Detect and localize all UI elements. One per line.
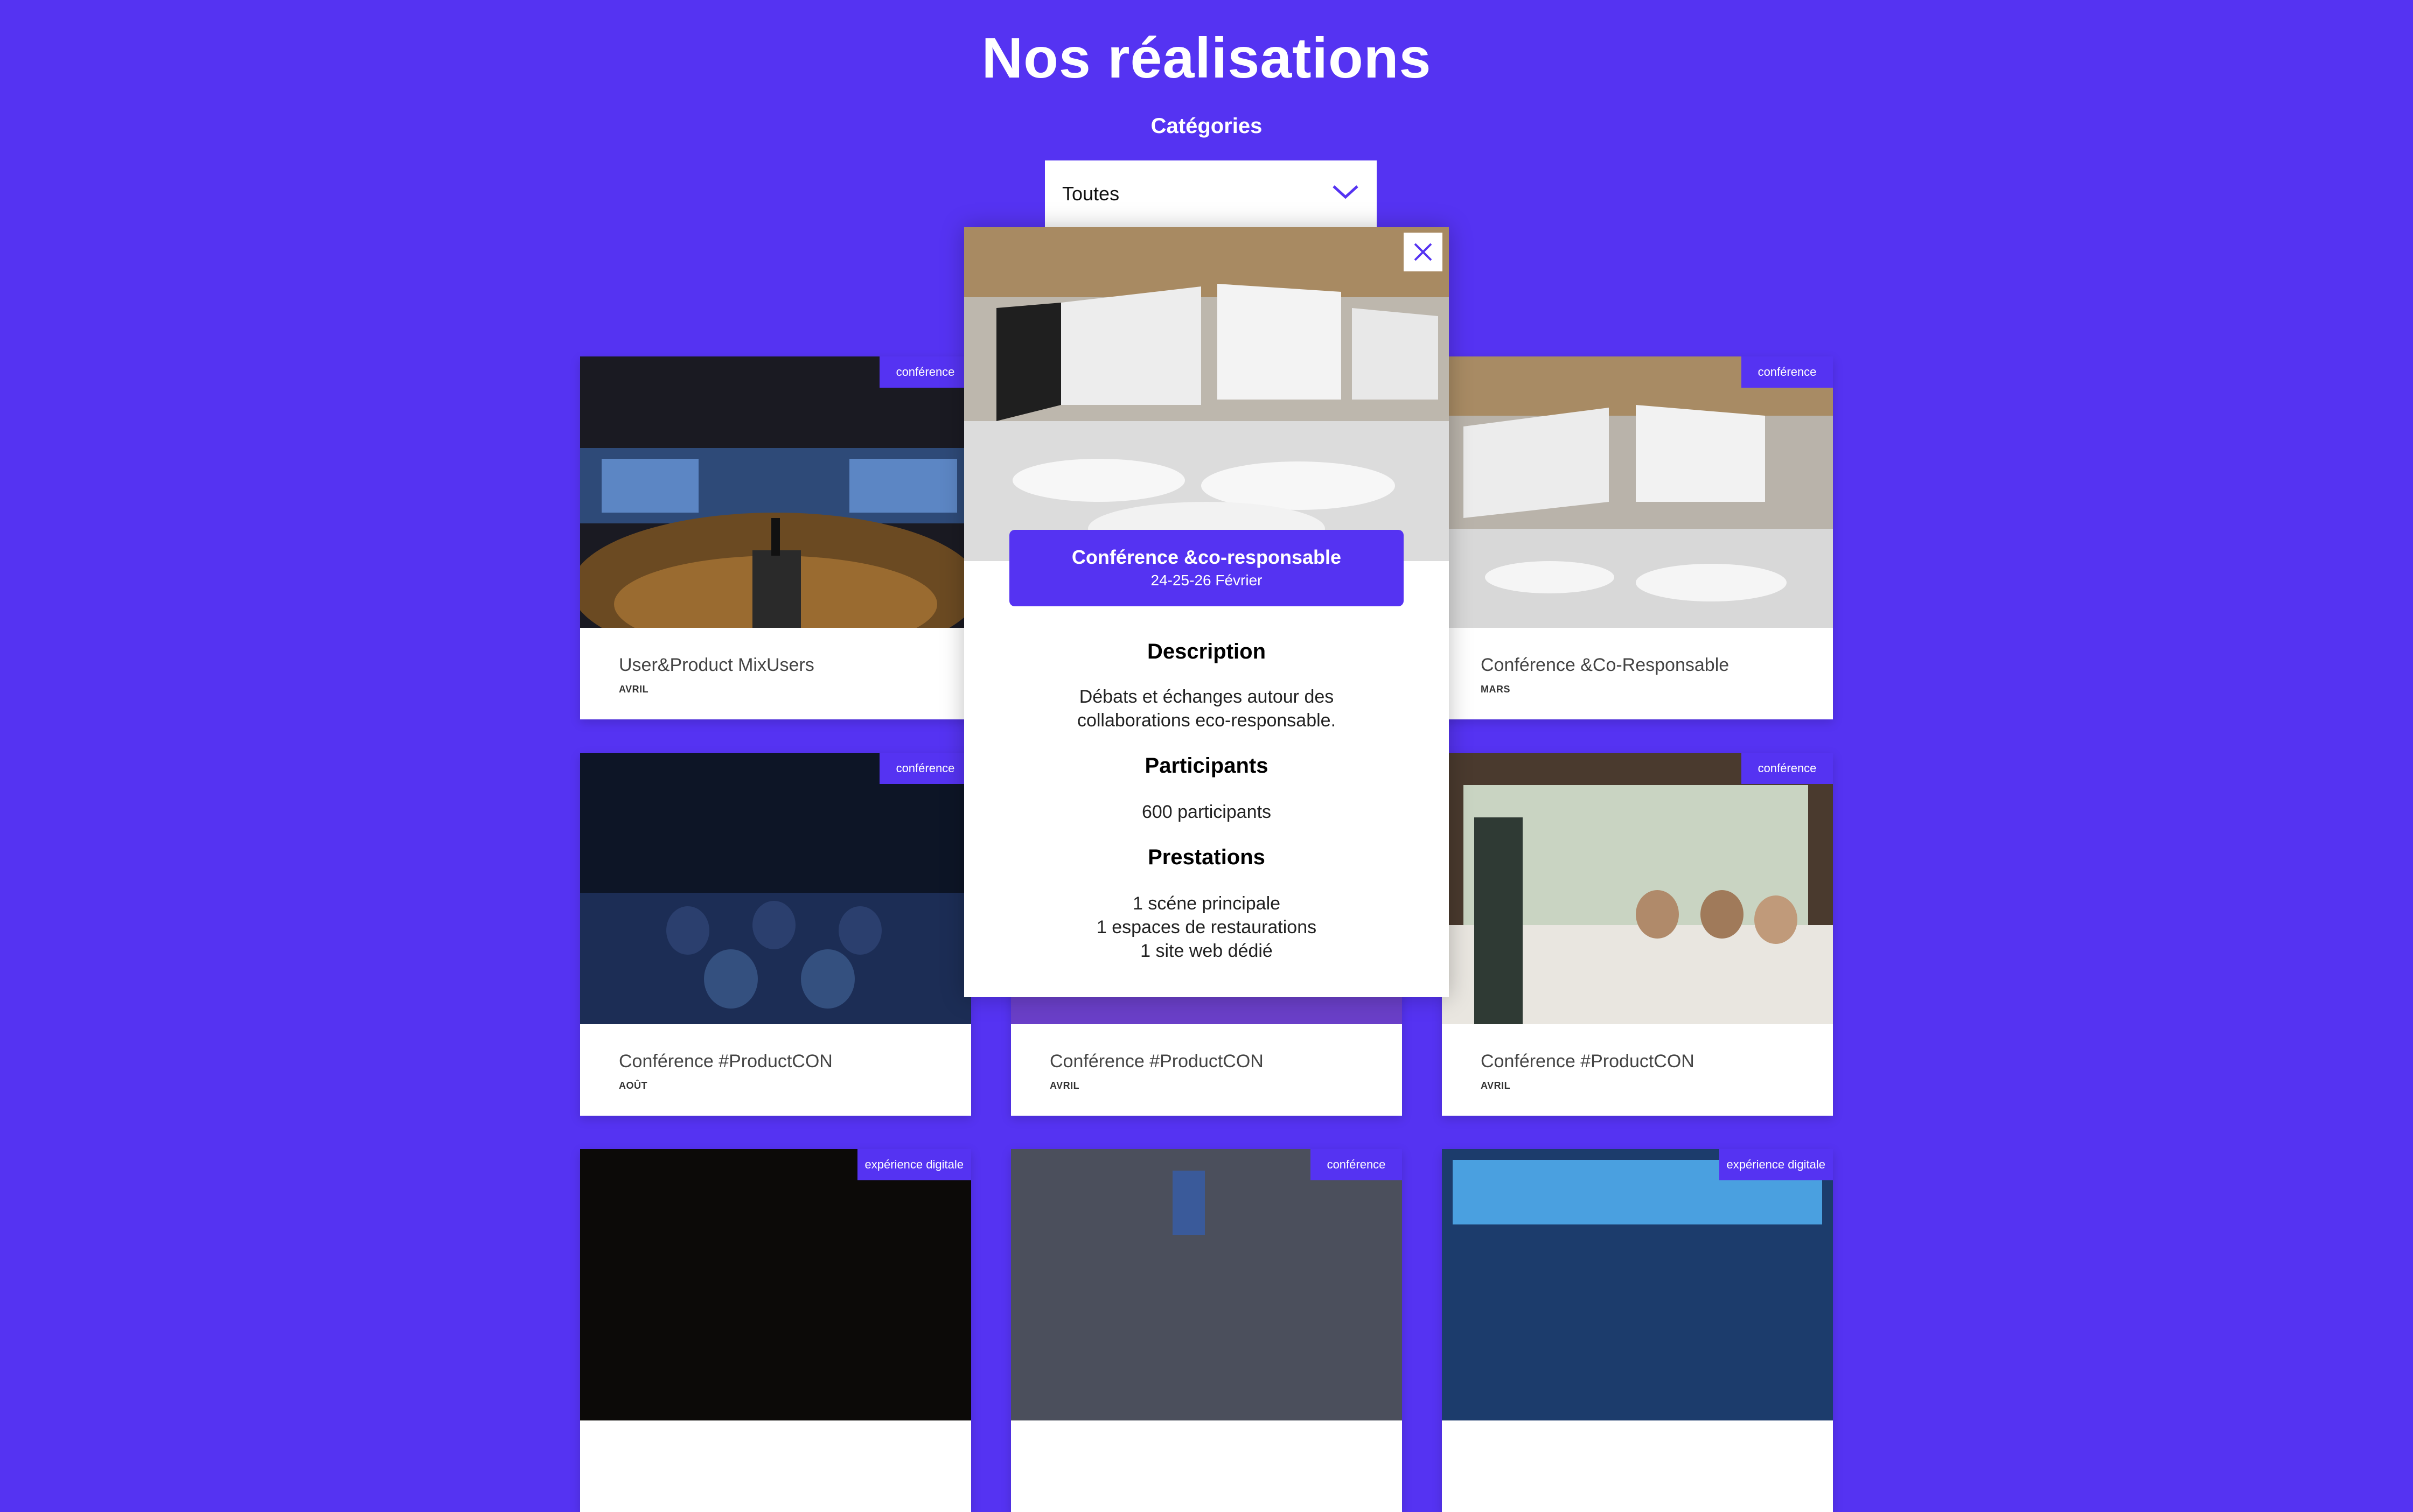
category-badge: conférence <box>880 356 971 388</box>
project-card[interactable]: conférence User&Product MixUsers AVRIL <box>580 356 971 719</box>
category-badge: conférence <box>1310 1149 1402 1180</box>
description-line: collaborations eco-responsable. <box>1077 710 1336 731</box>
card-month: AVRIL <box>1050 1080 1080 1091</box>
close-button[interactable] <box>1404 233 1442 271</box>
prestations-heading: Prestations <box>1148 845 1265 869</box>
category-select[interactable]: Toutes <box>1045 160 1377 227</box>
card-title: Conférence #ProductCON <box>1481 1051 1694 1072</box>
event-dates: 24-25-26 Février <box>1150 572 1263 589</box>
participants-value: 600 participants <box>1141 802 1272 822</box>
participants-heading: Participants <box>1145 754 1268 778</box>
category-badge: conférence <box>880 753 971 784</box>
card-month: AOÛT <box>619 1080 647 1091</box>
card-title: User&Product MixUsers <box>619 655 814 675</box>
prestation-item: 1 site web dédié <box>1140 941 1273 961</box>
project-card[interactable]: conférence <box>1011 1149 1402 1512</box>
event-banner: Conférence &co-responsable 24-25-26 Févr… <box>1009 530 1404 606</box>
project-card[interactable]: expérience digitale <box>580 1149 971 1512</box>
project-card[interactable]: conférence Conférence &Co-Responsable MA… <box>1442 356 1833 719</box>
prestation-item: 1 espaces de restaurations <box>1096 917 1317 937</box>
card-title: Conférence #ProductCON <box>619 1051 833 1072</box>
card-image <box>580 753 971 1024</box>
description-heading: Description <box>1147 640 1266 663</box>
card-title: Conférence &Co-Responsable <box>1481 655 1729 675</box>
prestation-item: 1 scéne principale <box>1132 893 1281 914</box>
project-detail-modal: Conférence &co-responsable 24-25-26 Févr… <box>964 227 1449 997</box>
project-card[interactable]: expérience digitale <box>1442 1149 1833 1512</box>
project-card[interactable]: conférence Conférence #ProductCON AOÛT <box>580 753 971 1116</box>
project-card[interactable]: conférence Conférence #ProductCON AVRIL <box>1442 753 1833 1116</box>
card-month: MARS <box>1481 684 1510 695</box>
category-select-value: Toutes <box>1062 183 1120 205</box>
category-badge: conférence <box>1741 753 1833 784</box>
page-title: Nos réalisations <box>981 26 1432 90</box>
card-image <box>1011 1149 1402 1420</box>
categories-label: Catégories <box>1150 114 1263 138</box>
category-badge: expérience digitale <box>1719 1149 1833 1180</box>
modal-hero-image <box>964 227 1449 561</box>
chevron-down-icon <box>1331 182 1359 206</box>
close-icon <box>1414 243 1432 261</box>
card-image <box>1442 1149 1833 1420</box>
card-image <box>580 356 971 628</box>
category-badge: conférence <box>1741 356 1833 388</box>
category-badge: expérience digitale <box>857 1149 971 1180</box>
card-image <box>580 1149 971 1420</box>
event-name: Conférence &co-responsable <box>1071 546 1342 568</box>
card-month: AVRIL <box>619 684 649 695</box>
card-month: AVRIL <box>1481 1080 1511 1091</box>
description-line: Débats et échanges autour des <box>1079 687 1334 707</box>
card-image <box>1442 753 1833 1024</box>
card-title: Conférence #ProductCON <box>1050 1051 1264 1072</box>
card-image <box>1442 356 1833 628</box>
